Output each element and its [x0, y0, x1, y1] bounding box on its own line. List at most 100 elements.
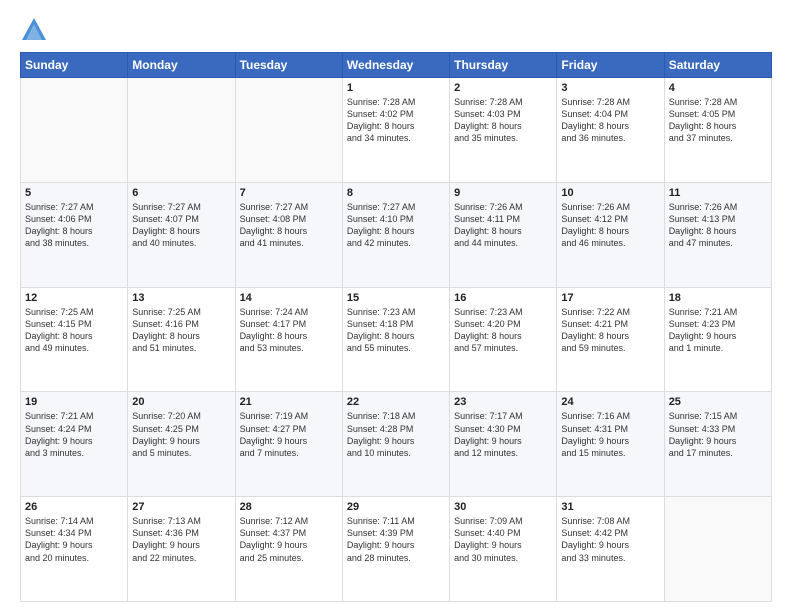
day-number: 25 — [669, 396, 767, 408]
day-number: 6 — [132, 187, 230, 199]
day-number: 13 — [132, 292, 230, 304]
day-number: 26 — [25, 501, 123, 513]
day-cell: 7 Sunrise: 7:27 AM Sunset: 4:08 PM Daylig… — [235, 182, 342, 287]
day-cell — [235, 78, 342, 183]
day-cell: 23Sunrise: 7:17 AM Sunset: 4:30 PM Dayli… — [450, 392, 557, 497]
day-info: Sunrise: 7:27 AM Sunset: 4:07 PM Dayligh… — [132, 201, 230, 250]
day-info: Sunrise: 7:21 AM Sunset: 4:24 PM Dayligh… — [25, 410, 123, 459]
day-number: 14 — [240, 292, 338, 304]
day-number: 19 — [25, 396, 123, 408]
day-info: Sunrise: 7:20 AM Sunset: 4:25 PM Dayligh… — [132, 410, 230, 459]
day-number: 11 — [669, 187, 767, 199]
day-cell — [128, 78, 235, 183]
day-info: Sunrise: 7:11 AM Sunset: 4:39 PM Dayligh… — [347, 515, 445, 564]
week-row-5: 26 Sunrise: 7:14 AM Sunset: 4:34 PM Dayli… — [21, 497, 772, 602]
week-row-4: 19 Sunrise: 7:21 AM Sunset: 4:24 PM Dayli… — [21, 392, 772, 497]
day-info: Sunrise: 7:23 AM Sunset: 4:20 PM Dayligh… — [454, 306, 552, 355]
logo — [20, 16, 52, 44]
day-cell: 11 Sunrise: 7:26 AM Sunset: 4:13 PM Dayli… — [664, 182, 771, 287]
col-header-friday: Friday — [557, 53, 664, 78]
day-info: Sunrise: 7:17 AM Sunset: 4:30 PM Dayligh… — [454, 410, 552, 459]
day-info: Sunrise: 7:27 AM Sunset: 4:08 PM Dayligh… — [240, 201, 338, 250]
day-info: Sunrise: 7:24 AM Sunset: 4:17 PM Dayligh… — [240, 306, 338, 355]
day-cell: 28 Sunrise: 7:12 AM Sunset: 4:37 PM Dayli… — [235, 497, 342, 602]
day-cell: 18Sunrise: 7:21 AM Sunset: 4:23 PM Dayli… — [664, 287, 771, 392]
day-cell: 24 Sunrise: 7:16 AM Sunset: 4:31 PM Dayli… — [557, 392, 664, 497]
day-number: 31 — [561, 501, 659, 513]
day-info: Sunrise: 7:13 AM Sunset: 4:36 PM Dayligh… — [132, 515, 230, 564]
day-cell: 19 Sunrise: 7:21 AM Sunset: 4:24 PM Dayli… — [21, 392, 128, 497]
day-cell: 26 Sunrise: 7:14 AM Sunset: 4:34 PM Dayli… — [21, 497, 128, 602]
day-number: 24 — [561, 396, 659, 408]
day-info: Sunrise: 7:27 AM Sunset: 4:10 PM Dayligh… — [347, 201, 445, 250]
day-number: 3 — [561, 82, 659, 94]
day-info: Sunrise: 7:08 AM Sunset: 4:42 PM Dayligh… — [561, 515, 659, 564]
col-header-sunday: Sunday — [21, 53, 128, 78]
day-cell: 12 Sunrise: 7:25 AM Sunset: 4:15 PM Dayli… — [21, 287, 128, 392]
day-number: 28 — [240, 501, 338, 513]
day-cell: 8 Sunrise: 7:27 AM Sunset: 4:10 PM Daylig… — [342, 182, 449, 287]
day-cell: 21 Sunrise: 7:19 AM Sunset: 4:27 PM Dayli… — [235, 392, 342, 497]
col-header-wednesday: Wednesday — [342, 53, 449, 78]
logo-icon — [20, 16, 48, 44]
day-cell: 2 Sunrise: 7:28 AM Sunset: 4:03 PM Daylig… — [450, 78, 557, 183]
day-info: Sunrise: 7:26 AM Sunset: 4:13 PM Dayligh… — [669, 201, 767, 250]
day-info: Sunrise: 7:25 AM Sunset: 4:15 PM Dayligh… — [25, 306, 123, 355]
day-cell: 5 Sunrise: 7:27 AM Sunset: 4:06 PM Daylig… — [21, 182, 128, 287]
day-info: Sunrise: 7:28 AM Sunset: 4:03 PM Dayligh… — [454, 96, 552, 145]
day-info: Sunrise: 7:19 AM Sunset: 4:27 PM Dayligh… — [240, 410, 338, 459]
day-number: 7 — [240, 187, 338, 199]
day-number: 5 — [25, 187, 123, 199]
day-info: Sunrise: 7:09 AM Sunset: 4:40 PM Dayligh… — [454, 515, 552, 564]
day-number: 10 — [561, 187, 659, 199]
day-info: Sunrise: 7:25 AM Sunset: 4:16 PM Dayligh… — [132, 306, 230, 355]
day-info: Sunrise: 7:14 AM Sunset: 4:34 PM Dayligh… — [25, 515, 123, 564]
day-cell: 31 Sunrise: 7:08 AM Sunset: 4:42 PM Dayli… — [557, 497, 664, 602]
day-number: 17 — [561, 292, 659, 304]
day-number: 20 — [132, 396, 230, 408]
day-cell: 9Sunrise: 7:26 AM Sunset: 4:11 PM Daylig… — [450, 182, 557, 287]
week-row-2: 5 Sunrise: 7:27 AM Sunset: 4:06 PM Daylig… — [21, 182, 772, 287]
col-header-saturday: Saturday — [664, 53, 771, 78]
page: SundayMondayTuesdayWednesdayThursdayFrid… — [0, 0, 792, 612]
day-info: Sunrise: 7:28 AM Sunset: 4:02 PM Dayligh… — [347, 96, 445, 145]
day-cell: 6 Sunrise: 7:27 AM Sunset: 4:07 PM Daylig… — [128, 182, 235, 287]
day-info: Sunrise: 7:16 AM Sunset: 4:31 PM Dayligh… — [561, 410, 659, 459]
day-cell: 14 Sunrise: 7:24 AM Sunset: 4:17 PM Dayli… — [235, 287, 342, 392]
day-number: 12 — [25, 292, 123, 304]
week-row-3: 12 Sunrise: 7:25 AM Sunset: 4:15 PM Dayli… — [21, 287, 772, 392]
day-cell: 22 Sunrise: 7:18 AM Sunset: 4:28 PM Dayli… — [342, 392, 449, 497]
day-info: Sunrise: 7:15 AM Sunset: 4:33 PM Dayligh… — [669, 410, 767, 459]
day-number: 18 — [669, 292, 767, 304]
week-row-1: 1 Sunrise: 7:28 AM Sunset: 4:02 PM Daylig… — [21, 78, 772, 183]
day-number: 21 — [240, 396, 338, 408]
day-number: 1 — [347, 82, 445, 94]
day-number: 2 — [454, 82, 552, 94]
day-info: Sunrise: 7:18 AM Sunset: 4:28 PM Dayligh… — [347, 410, 445, 459]
day-cell — [664, 497, 771, 602]
day-cell: 20 Sunrise: 7:20 AM Sunset: 4:25 PM Dayli… — [128, 392, 235, 497]
day-cell: 10Sunrise: 7:26 AM Sunset: 4:12 PM Dayli… — [557, 182, 664, 287]
day-info: Sunrise: 7:22 AM Sunset: 4:21 PM Dayligh… — [561, 306, 659, 355]
day-cell: 25 Sunrise: 7:15 AM Sunset: 4:33 PM Dayli… — [664, 392, 771, 497]
day-cell: 30Sunrise: 7:09 AM Sunset: 4:40 PM Dayli… — [450, 497, 557, 602]
day-cell: 15Sunrise: 7:23 AM Sunset: 4:18 PM Dayli… — [342, 287, 449, 392]
day-info: Sunrise: 7:28 AM Sunset: 4:04 PM Dayligh… — [561, 96, 659, 145]
day-cell: 1 Sunrise: 7:28 AM Sunset: 4:02 PM Daylig… — [342, 78, 449, 183]
day-info: Sunrise: 7:27 AM Sunset: 4:06 PM Dayligh… — [25, 201, 123, 250]
day-number: 4 — [669, 82, 767, 94]
day-number: 8 — [347, 187, 445, 199]
col-header-monday: Monday — [128, 53, 235, 78]
day-cell: 27Sunrise: 7:13 AM Sunset: 4:36 PM Dayli… — [128, 497, 235, 602]
day-info: Sunrise: 7:28 AM Sunset: 4:05 PM Dayligh… — [669, 96, 767, 145]
day-cell: 3 Sunrise: 7:28 AM Sunset: 4:04 PM Daylig… — [557, 78, 664, 183]
day-cell: 29Sunrise: 7:11 AM Sunset: 4:39 PM Dayli… — [342, 497, 449, 602]
calendar-header-row: SundayMondayTuesdayWednesdayThursdayFrid… — [21, 53, 772, 78]
day-number: 22 — [347, 396, 445, 408]
header — [20, 16, 772, 44]
calendar: SundayMondayTuesdayWednesdayThursdayFrid… — [20, 52, 772, 602]
day-cell: 4 Sunrise: 7:28 AM Sunset: 4:05 PM Daylig… — [664, 78, 771, 183]
col-header-tuesday: Tuesday — [235, 53, 342, 78]
day-cell: 17 Sunrise: 7:22 AM Sunset: 4:21 PM Dayli… — [557, 287, 664, 392]
day-info: Sunrise: 7:12 AM Sunset: 4:37 PM Dayligh… — [240, 515, 338, 564]
